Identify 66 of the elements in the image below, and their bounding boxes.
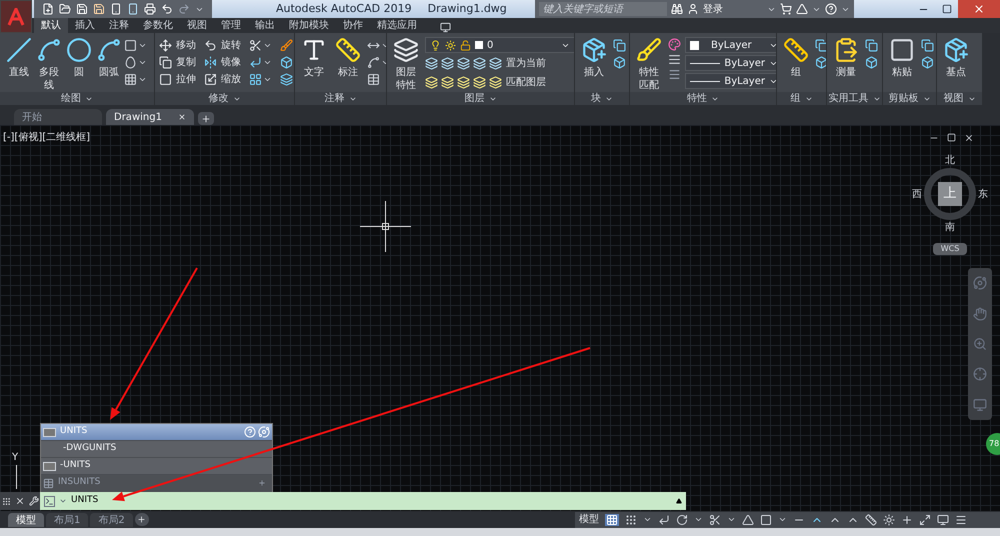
tool-button[interactable]: 标注 [333,37,363,80]
tool-button[interactable]: 文字 [299,37,329,80]
tool-button[interactable]: 圆弧 [94,37,124,80]
tool-button[interactable]: 圆 [64,37,94,80]
compass-label[interactable]: 南 [945,220,955,235]
axis-label: Y [12,451,18,465]
panel-title[interactable]: 剪贴板 [883,92,936,105]
status-badge: 78 [986,433,1000,455]
command-input[interactable]: UNITS [71,494,672,508]
ribbon-tab[interactable]: 管理 [214,18,248,33]
tool-button[interactable]: 直线 [4,37,34,80]
layout-tab[interactable]: 布局2 [90,512,133,526]
suggestion-item[interactable]: -DWGUNITS [41,441,272,458]
layout-tab[interactable]: 模型 [8,512,44,526]
search-field[interactable]: 键入关键字或短语 [538,2,667,16]
compass-label[interactable]: 西 [912,186,922,202]
panel-title[interactable]: 绘图 [0,92,154,105]
tool-button[interactable]: 图层特性 [391,37,421,92]
window-title: Autodesk AutoCAD 2019 [276,0,412,17]
panel-title[interactable]: 注释 [295,92,386,105]
ribbon-tab[interactable]: 插入 [68,18,102,33]
ribbon-tab[interactable]: 参数化 [136,18,180,33]
file-tab[interactable]: Drawing1 [106,109,194,125]
panel-title[interactable]: 组 [777,92,826,105]
compass-label[interactable]: 东 [978,186,988,202]
layout-tab[interactable]: 布局1 [46,512,88,526]
tool-button[interactable]: 基点 [941,37,971,80]
panel-title[interactable]: 图层 [387,92,574,105]
ribbon-tab[interactable]: 默认 [34,18,68,33]
model-space-button[interactable]: 模型 [579,512,599,527]
tool-button[interactable]: 插入 [579,37,609,80]
ribbon-tab[interactable]: 输出 [248,18,282,33]
ribbon-tab[interactable]: 协作 [336,18,370,33]
sign-in-button[interactable]: 登录 [702,2,763,16]
ribbon-tab[interactable]: 附加模块 [282,18,336,33]
tool-button[interactable]: 旋转 [204,37,241,54]
panel-title[interactable]: 视图 [937,92,982,105]
tool-button[interactable]: 特性匹配 [634,37,664,92]
drawing-canvas[interactable]: [-][俯视][二维线框] 北 西 上 东 南 WCS 78 Y UNITS -DWGUNITS -UNITS INSUNITS UNITS [0,125,1000,511]
file-name: Drawing1.dwg [428,0,507,17]
ribbon-tab[interactable]: 注释 [102,18,136,33]
tool-button[interactable]: 测量 [831,37,861,80]
compass-label[interactable]: 北 [945,153,955,168]
property-dropdown[interactable]: ByLayer [685,37,776,53]
property-dropdown[interactable]: ByLayer [685,73,776,89]
tool-button[interactable]: 多段线 [34,37,64,92]
panel-title[interactable]: 实用工具 [827,92,882,105]
ribbon-tab[interactable]: 精选应用 [370,18,424,33]
file-tab[interactable]: 开始 [14,109,102,125]
ribbon-tab[interactable]: 视图 [180,18,214,33]
tool-button[interactable]: 移动 [159,37,196,54]
tool-button[interactable]: 粘贴 [887,37,917,80]
panel-title[interactable]: 特性 [630,92,776,105]
viewport-label[interactable]: [-][俯视][二维线框] [3,130,90,145]
property-dropdown[interactable]: ByLayer [685,55,776,71]
tool-button[interactable]: 复制 [159,54,196,71]
tool-button[interactable]: 匹配图层 [489,74,546,91]
tool-button[interactable]: 组 [781,37,811,80]
panel-title[interactable]: 块 [575,92,629,105]
tool-button[interactable]: 拉伸 [159,71,196,88]
tool-button[interactable]: 镜像 [204,54,241,71]
panel-title[interactable]: 修改 [155,92,294,105]
layer-dropdown[interactable]: 0 [425,37,574,53]
tool-button[interactable]: 缩放 [204,71,241,88]
tool-button[interactable]: 置为当前 [489,55,546,72]
ucs-menu[interactable]: WCS [932,243,968,255]
